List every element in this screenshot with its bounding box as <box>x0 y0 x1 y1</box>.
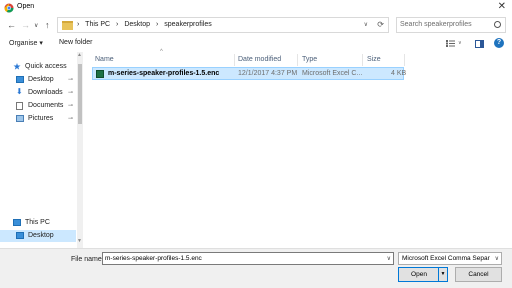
sidebar-item-desktop[interactable]: Desktop ⊸ <box>0 74 76 86</box>
recent-locations-icon[interactable]: ∨ <box>34 22 38 29</box>
breadcrumb-separator: › <box>155 21 159 28</box>
pin-icon[interactable]: ⊸ <box>68 89 73 96</box>
chevron-down-icon: ▾ <box>39 40 43 47</box>
file-type: Microsoft Excel C... <box>302 70 363 77</box>
up-arrow-icon[interactable]: ↑ <box>45 20 50 30</box>
window-title: Open <box>17 3 35 10</box>
refresh-icon[interactable]: ⟳ <box>377 20 384 29</box>
table-row[interactable]: m-series-speaker-profiles-1.5.enc 12/1/2… <box>92 67 407 80</box>
sidebar-item-label: Documents <box>28 102 64 109</box>
pin-icon[interactable]: ⊸ <box>68 115 73 122</box>
breadcrumb-speakerprofiles[interactable]: speakerprofiles <box>164 21 211 28</box>
pictures-icon <box>16 115 24 122</box>
column-divider[interactable] <box>404 54 405 66</box>
search-input[interactable]: Search speakerprofiles <box>400 21 472 28</box>
breadcrumb-separator: › <box>77 21 80 28</box>
sidebar-item-documents[interactable]: Documents ⊸ <box>0 100 76 112</box>
filename-field[interactable]: ∨ <box>102 252 394 265</box>
chevron-down-icon[interactable]: ∨ <box>387 255 391 262</box>
sort-indicator-icon: ^ <box>160 49 163 55</box>
chevron-down-icon[interactable]: ∨ <box>495 255 499 262</box>
desktop-icon <box>16 76 24 83</box>
pin-icon[interactable]: ⊸ <box>68 76 73 83</box>
organise-label: Organise <box>9 40 38 47</box>
file-name: m-series-speaker-profiles-1.5.enc <box>108 70 220 77</box>
chevron-down-icon[interactable]: ∨ <box>458 40 462 46</box>
excel-file-icon <box>96 70 104 78</box>
sidebar-item-downloads[interactable]: ⬇ Downloads ⊸ <box>0 87 76 99</box>
organise-button[interactable]: Organise ▾ <box>9 39 43 47</box>
file-date: 12/1/2017 4:37 PM <box>238 70 298 77</box>
folder-icon <box>62 21 73 30</box>
command-toolbar: Organise ▾ New folder ∨ ? <box>0 36 512 52</box>
file-size: 4 KB <box>391 70 407 77</box>
computer-icon <box>13 219 21 226</box>
star-icon <box>13 63 21 70</box>
sidebar-item-desktop-selected[interactable]: Desktop <box>0 230 76 242</box>
navigation-pane: Quick access Desktop ⊸ ⬇ Downloads ⊸ Doc… <box>0 52 78 248</box>
breadcrumb-this-pc[interactable]: This PC <box>85 21 110 28</box>
preview-pane-icon[interactable] <box>475 40 484 48</box>
chrome-icon <box>4 3 14 13</box>
column-divider[interactable] <box>362 54 363 66</box>
column-divider[interactable] <box>297 54 298 66</box>
sidebar-item-label: Pictures <box>28 115 54 122</box>
sidebar-item-label: Desktop <box>28 232 54 239</box>
scroll-down-icon[interactable]: ▼ <box>77 238 82 244</box>
open-button[interactable]: Open ▼ <box>398 267 448 282</box>
breadcrumb: › This PC › Desktop › speakerprofiles <box>77 21 216 28</box>
chevron-down-icon[interactable]: ∨ <box>364 21 368 28</box>
filename-input[interactable] <box>105 255 375 262</box>
new-folder-button[interactable]: New folder <box>59 39 92 46</box>
desktop-icon <box>16 232 24 239</box>
address-bar[interactable]: › This PC › Desktop › speakerprofiles ∨ … <box>57 17 389 33</box>
scroll-up-icon[interactable]: ▲ <box>77 52 82 58</box>
view-options-icon[interactable] <box>446 40 455 47</box>
filename-label: File name: <box>71 256 104 263</box>
help-icon[interactable]: ? <box>494 38 504 48</box>
column-divider[interactable] <box>234 54 235 66</box>
download-icon: ⬇ <box>16 87 23 96</box>
column-header-date[interactable]: Date modified <box>238 56 281 63</box>
sidebar-item-label: Desktop <box>28 76 54 83</box>
open-options-icon[interactable]: ▼ <box>438 268 447 281</box>
column-header-name[interactable]: Name <box>95 56 114 63</box>
navigation-scrollbar[interactable]: ▲ ▼ <box>77 52 83 248</box>
file-type-filter-value: Microsoft Excel Comma Separa <box>402 255 490 262</box>
sidebar-item-label: Downloads <box>28 89 63 96</box>
back-arrow-icon[interactable]: ← <box>7 20 16 30</box>
documents-icon <box>16 102 23 110</box>
sidebar-item-label: This PC <box>25 219 50 226</box>
sidebar-item-quick-access[interactable]: Quick access <box>0 61 76 73</box>
file-list: ^ Name Date modified Type Size m-series-… <box>88 49 512 248</box>
forward-arrow-icon[interactable]: → <box>21 20 30 30</box>
sidebar-item-label: Quick access <box>25 63 67 70</box>
breadcrumb-desktop[interactable]: Desktop <box>124 21 150 28</box>
sidebar-item-pictures[interactable]: Pictures ⊸ <box>0 113 76 125</box>
sidebar-item-this-pc[interactable]: This PC <box>0 217 76 229</box>
column-header-size[interactable]: Size <box>367 56 381 63</box>
search-box[interactable]: Search speakerprofiles <box>396 17 506 33</box>
open-button-label: Open <box>411 271 427 278</box>
breadcrumb-separator: › <box>116 21 119 28</box>
column-header-type[interactable]: Type <box>302 56 317 63</box>
pin-icon[interactable]: ⊸ <box>68 102 73 109</box>
title-bar: Open ✕ <box>0 0 512 16</box>
file-type-filter[interactable]: Microsoft Excel Comma Separa ∨ <box>398 252 502 265</box>
dialog-footer: File name: ∨ Microsoft Excel Comma Separ… <box>0 248 512 288</box>
close-icon[interactable]: ✕ <box>498 1 506 12</box>
scrollbar-thumb[interactable] <box>78 64 82 124</box>
cancel-button[interactable]: Cancel <box>455 267 502 282</box>
search-icon[interactable] <box>494 21 501 28</box>
